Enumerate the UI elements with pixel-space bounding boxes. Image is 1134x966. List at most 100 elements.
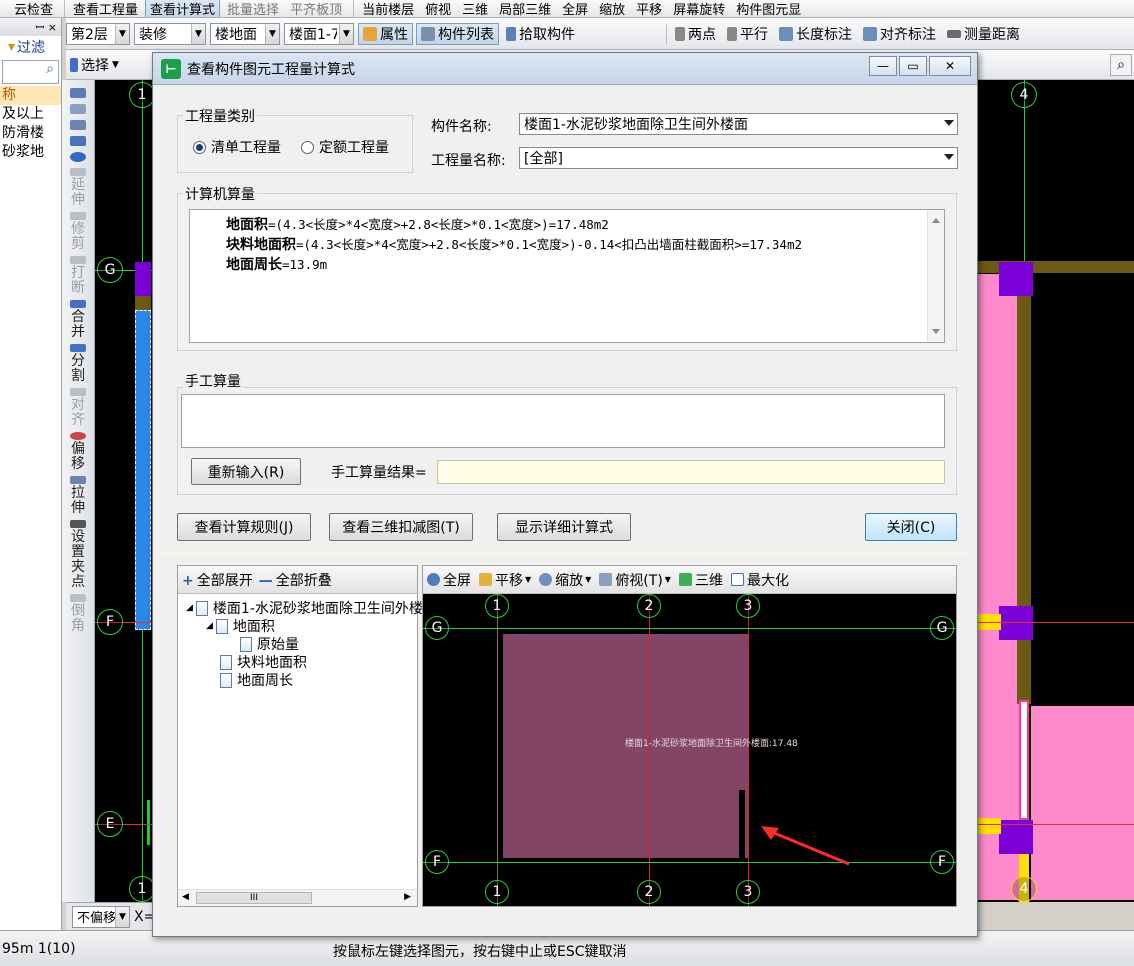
formula-textarea[interactable]: 地面积=(4.3<长度>*4<宽度>+2.8<长度>*0.1<宽度>)=17.4… bbox=[189, 209, 945, 343]
rotate-tool[interactable] bbox=[62, 150, 94, 166]
current-floor-button[interactable]: 当前楼层 bbox=[358, 0, 418, 17]
select-tool-button[interactable]: 选择 ▼ bbox=[66, 54, 123, 76]
tree-node-perimeter[interactable]: 地面周长 bbox=[220, 670, 293, 690]
document-icon bbox=[220, 654, 232, 670]
two-points-button[interactable]: 两点 bbox=[671, 23, 720, 45]
search-icon[interactable]: ⌕ bbox=[1110, 53, 1132, 76]
view-top-button[interactable]: 俯视(T) ▼ bbox=[599, 570, 671, 590]
preview-canvas[interactable]: 1 2 3 G G F F 1 2 3 楼面1-水泥砂浆地面除卫生间外楼面:17… bbox=[423, 594, 956, 906]
copy-tool[interactable] bbox=[62, 102, 94, 118]
filter-button[interactable]: ▾ 过滤 bbox=[0, 36, 61, 58]
floor-select[interactable]: 第2层 ▼ bbox=[66, 22, 130, 45]
parallel-button[interactable]: 平行 bbox=[723, 23, 772, 45]
offset-mode-select[interactable]: 不偏移 ▼ bbox=[72, 905, 130, 928]
view-quantity-button[interactable]: 查看工程量 bbox=[69, 0, 142, 17]
trim-tool[interactable]: 修剪 bbox=[62, 210, 94, 254]
zoom-button[interactable]: 缩放 bbox=[595, 0, 629, 17]
three-d-button[interactable]: 三维 bbox=[458, 0, 492, 17]
batch-select-button[interactable]: 批量选择 bbox=[223, 0, 283, 17]
view-zoom-button[interactable]: 缩放 ▼ bbox=[539, 570, 591, 590]
pan-button[interactable]: 平移 bbox=[632, 0, 666, 17]
extend-tool[interactable]: 延伸 bbox=[62, 166, 94, 210]
stretch-tool[interactable]: 拉伸 bbox=[62, 474, 94, 518]
view-fullscreen-button[interactable]: 全屏 bbox=[427, 570, 471, 590]
component-select[interactable]: 楼面1-7 ▼ bbox=[284, 22, 354, 45]
close-dialog-button[interactable]: 关闭(C) bbox=[865, 513, 957, 541]
align-icon bbox=[70, 388, 86, 396]
view-maximize-button[interactable]: 最大化 bbox=[730, 570, 789, 590]
list-item[interactable]: 及以上 bbox=[0, 105, 61, 124]
properties-button[interactable]: 属性 bbox=[358, 22, 413, 45]
type-select[interactable]: 楼地面 ▼ bbox=[210, 22, 280, 45]
axis-label: E bbox=[97, 811, 123, 837]
view-rules-button[interactable]: 查看计算规则(J) bbox=[177, 513, 311, 541]
radio-quota-quantity[interactable]: 定额工程量 bbox=[301, 137, 389, 157]
pick-component-button[interactable]: 拾取构件 bbox=[502, 23, 579, 45]
axis-label: 4 bbox=[1011, 82, 1037, 108]
view-3d-deduct-button[interactable]: 查看三维扣减图(T) bbox=[329, 513, 473, 541]
cube-icon bbox=[599, 573, 613, 586]
manual-calc-input[interactable] bbox=[181, 394, 945, 448]
properties-icon bbox=[363, 26, 377, 41]
tree-node-tile-area[interactable]: 块料地面积 bbox=[220, 652, 307, 672]
mirror-tool[interactable] bbox=[62, 118, 94, 134]
radio-bill-quantity[interactable]: 清单工程量 bbox=[193, 137, 281, 157]
set-grip-tool[interactable]: 设置夹点 bbox=[62, 518, 94, 592]
tree-node-original-quantity[interactable]: 原始量 bbox=[240, 634, 299, 654]
align-tool[interactable]: 对齐 bbox=[62, 386, 94, 430]
align-slab-top-button[interactable]: 平齐板顶 bbox=[286, 0, 346, 17]
view-3d-button[interactable]: 三维 bbox=[678, 570, 723, 590]
top-view-button[interactable]: 俯视 bbox=[421, 0, 455, 17]
view-pan-button[interactable]: 平移 ▼ bbox=[479, 570, 531, 590]
chevron-down-icon: ▼ bbox=[339, 23, 353, 44]
aligned-dimension-button[interactable]: 对齐标注 bbox=[859, 23, 940, 45]
computer-calc-label: 计算机算量 bbox=[183, 184, 257, 204]
close-button[interactable]: ✕ bbox=[929, 56, 971, 76]
component-list-button[interactable]: 构件列表 bbox=[416, 22, 499, 45]
maximize-button[interactable]: ▭ bbox=[899, 56, 927, 76]
fullscreen-button[interactable]: 全屏 bbox=[558, 0, 592, 17]
split-tool[interactable]: 分割 bbox=[62, 342, 94, 386]
axis-label: G bbox=[425, 616, 449, 640]
cloud-check-button[interactable]: 云检查 bbox=[10, 0, 57, 17]
measure-distance-button[interactable]: 测量距离 bbox=[943, 23, 1024, 45]
screen-rotate-button[interactable]: 屏幕旋转 bbox=[669, 0, 729, 17]
list-item[interactable]: 称 bbox=[0, 86, 61, 105]
manual-result-label: 手工算量结果= bbox=[331, 465, 427, 481]
three-d-icon bbox=[678, 573, 692, 586]
brush-tool[interactable] bbox=[62, 80, 94, 102]
tree-node-floor-area[interactable]: ◢ 地面积 bbox=[206, 616, 275, 636]
move-tool[interactable] bbox=[62, 134, 94, 150]
break-tool[interactable]: 打断 bbox=[62, 254, 94, 298]
component-name-select[interactable]: 楼面1-水泥砂浆地面除卫生间外楼面 bbox=[519, 113, 958, 135]
quantity-name-select[interactable]: [全部] bbox=[519, 147, 958, 169]
scroll-thumb[interactable]: III bbox=[196, 892, 312, 904]
manual-calc-label: 手工算量 bbox=[183, 371, 243, 391]
chevron-down-icon: ▼ bbox=[585, 575, 592, 584]
chamfer-tool[interactable]: 倒角 bbox=[62, 592, 94, 636]
offset-tool[interactable]: 偏移 bbox=[62, 430, 94, 474]
dialog-titlebar[interactable]: ⊢ 查看构件图元工程量计算式 — ▭ ✕ bbox=[153, 53, 977, 85]
merge-tool[interactable]: 合并 bbox=[62, 298, 94, 342]
tree-node-root[interactable]: ◢ 楼面1-水泥砂浆地面除卫生间外楼面 bbox=[186, 598, 437, 618]
search-input[interactable]: ⌕ bbox=[2, 60, 59, 84]
reinput-button[interactable]: 重新输入(R) bbox=[191, 458, 301, 485]
category-select[interactable]: 装修 ▼ bbox=[134, 22, 206, 45]
horizontal-scrollbar[interactable]: ◀ III ▶ bbox=[178, 889, 417, 906]
show-detail-button[interactable]: 显示详细计算式 bbox=[497, 513, 631, 541]
minimize-button[interactable]: — bbox=[869, 56, 897, 76]
component-display-button[interactable]: 构件图元显 bbox=[732, 0, 805, 17]
expand-all-button[interactable]: + 全部展开 bbox=[182, 570, 253, 590]
local-3d-button[interactable]: 局部三维 bbox=[495, 0, 555, 17]
vertical-scrollbar[interactable] bbox=[927, 210, 944, 342]
manual-result-field[interactable] bbox=[437, 460, 945, 484]
pin-icon[interactable]: ꟷ × bbox=[35, 20, 57, 35]
window-controls: — ▭ ✕ bbox=[867, 56, 971, 76]
collapse-all-button[interactable]: — 全部折叠 bbox=[259, 570, 332, 590]
length-dimension-button[interactable]: 长度标注 bbox=[775, 23, 856, 45]
section-divider bbox=[159, 553, 971, 555]
list-item[interactable]: 砂浆地 bbox=[0, 143, 61, 162]
list-item[interactable]: 防滑楼 bbox=[0, 124, 61, 143]
component-toolbar: 第2层 ▼ 装修 ▼ 楼地面 ▼ 楼面1-7 ▼ 属性 构件列表 拾取构件 两点 平行 … bbox=[66, 18, 1134, 50]
view-formula-button[interactable]: 查看计算式 bbox=[145, 0, 221, 17]
